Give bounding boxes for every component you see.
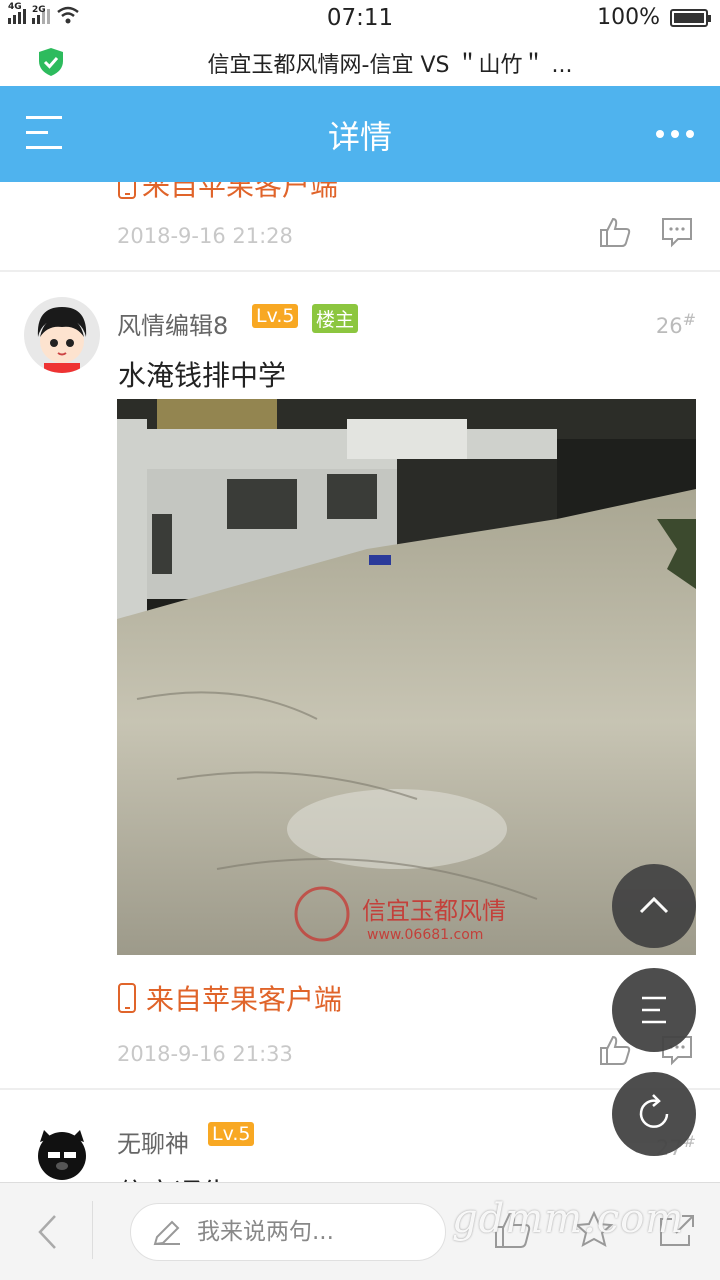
battery-percent: 100% (597, 5, 660, 30)
floor-value: 26 (655, 314, 683, 338)
floor-number: 26# (656, 310, 696, 338)
refresh-icon (639, 1094, 669, 1128)
comment-icon[interactable] (660, 216, 694, 248)
scroll-top-button[interactable] (612, 864, 696, 948)
refresh-button[interactable] (612, 1072, 696, 1156)
prev-post-date: 2018-9-16 21:28 (117, 224, 293, 248)
browser-title-bar[interactable]: 信宜玉都风情网-信宜 VS ＂山竹＂ ... (0, 38, 720, 86)
header-title: 详情 (327, 118, 392, 156)
menu-fab-button[interactable] (612, 968, 696, 1052)
chevron-up-icon (639, 896, 669, 914)
avatar[interactable] (24, 297, 100, 373)
more-options-icon[interactable] (656, 130, 694, 138)
avatar[interactable] (24, 1116, 100, 1182)
prev-source-label: 来自苹果客户端 (142, 182, 339, 202)
source-label: 来自苹果客户端 (146, 983, 343, 1016)
image-watermark: 信宜玉都风情 (362, 897, 506, 925)
post-text: 信宜通告 (118, 1172, 230, 1182)
floor-mark: # (682, 310, 696, 329)
bottom-divider (92, 1201, 93, 1259)
level-badge: Lv.5 (252, 304, 299, 328)
pencil-icon (153, 1220, 180, 1246)
site-watermark: gdmm.com (452, 1196, 685, 1242)
thread-content[interactable]: 来自苹果客户端 2018-9-16 21:28 风情编辑8 Lv.5 楼主 26… (0, 182, 720, 1182)
prev-post-source: 来自苹果客户端 (118, 182, 338, 204)
phone-icon (118, 182, 136, 199)
page-title: 信宜玉都风情网-信宜 VS ＂山竹＂ ... (207, 53, 573, 78)
battery-icon (670, 8, 711, 27)
menu-icon (642, 996, 666, 1024)
status-bar: 4G 2G 07:11 100% (0, 0, 720, 38)
post-date: 2018-9-16 21:33 (117, 1042, 293, 1066)
post-text: 水淹钱排中学 (118, 359, 287, 392)
author-name[interactable]: 风情编辑8 (117, 306, 228, 341)
app-header: 详情 (0, 86, 720, 182)
back-arrow-icon[interactable] (36, 1213, 58, 1251)
level-badge: Lv.5 (208, 1122, 255, 1146)
author-name[interactable]: 无聊神 (117, 1124, 189, 1159)
owner-badge: 楼主 (312, 304, 359, 333)
image-watermark-url: www.06681.com (367, 927, 483, 943)
like-icon[interactable] (598, 216, 632, 248)
post-source: 来自苹果客户端 (118, 978, 342, 1018)
security-shield-icon (39, 48, 63, 76)
post-image[interactable]: 信宜玉都风情 www.06681.com (117, 399, 696, 955)
post-divider (0, 270, 720, 272)
phone-icon (118, 983, 136, 1013)
